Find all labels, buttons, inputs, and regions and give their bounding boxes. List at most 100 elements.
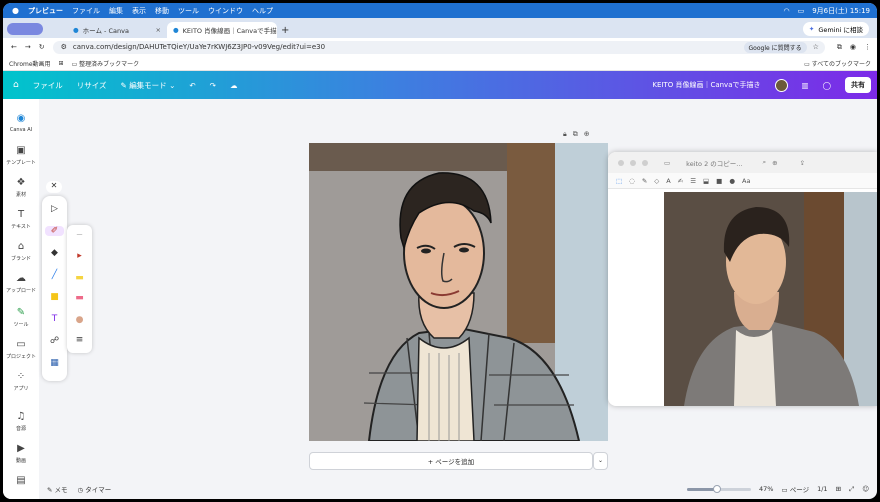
share-button[interactable]: 共有 xyxy=(845,77,871,93)
marker-red-icon[interactable]: ▸ xyxy=(67,251,92,261)
extensions-icon[interactable]: ⧉ xyxy=(837,43,842,52)
connector-icon[interactable]: ☍ xyxy=(42,336,67,346)
redo-icon[interactable]: ↷ xyxy=(210,81,216,90)
add-page-button[interactable]: + ページを追加 xyxy=(309,452,593,470)
page-count[interactable]: 1/1 xyxy=(817,485,827,493)
menu-file[interactable]: ファイル xyxy=(72,6,100,16)
line-tool-icon[interactable]: ╱ xyxy=(42,270,67,280)
tab-keito[interactable]: ● KEITO 肖像線画｜Canvaで手描 × xyxy=(167,22,277,38)
comment-icon[interactable]: ◯ xyxy=(823,81,831,90)
eraser-icon[interactable]: ▬ xyxy=(67,293,92,303)
sidebar-item-templates[interactable]: ▣ テンプレート xyxy=(3,145,39,166)
tab-canva-home[interactable]: ● ホーム - Canva × xyxy=(67,22,167,38)
color-swatch-icon[interactable]: ● xyxy=(67,315,92,325)
pen-tool-icon[interactable]: ✐ xyxy=(45,226,64,236)
zoom-level[interactable]: 47% xyxy=(759,485,773,493)
fullscreen-icon[interactable]: ⤢ xyxy=(849,485,854,494)
address-text[interactable]: canva.com/design/DAHUTeTQieY/UaYe7rKWJ6Z… xyxy=(73,43,325,51)
select-icon[interactable]: ⬚ xyxy=(616,177,622,185)
pen-size-icon[interactable]: — xyxy=(67,231,92,238)
sidebar-item-tools[interactable]: ✎ ツール xyxy=(3,307,39,328)
stroke-weight-icon[interactable]: ≡ xyxy=(67,335,92,345)
add-page-dropdown[interactable]: ⌄ xyxy=(593,452,608,470)
file-menu[interactable]: ファイル xyxy=(33,80,63,91)
menu-preview[interactable]: プレビュー xyxy=(28,6,63,16)
shape-icon[interactable]: ◇ xyxy=(654,177,659,185)
menu-window[interactable]: ウインドウ xyxy=(208,6,243,16)
grid-view-icon[interactable]: ⊞ xyxy=(836,485,841,493)
cloud-save-icon[interactable]: ☁ xyxy=(230,81,238,90)
address-box[interactable]: ⚙ canva.com/design/DAHUTeTQieY/UaYe7rKWJ… xyxy=(52,40,825,54)
text-tool-icon[interactable]: T xyxy=(42,314,67,324)
border-color-icon[interactable]: ■ xyxy=(716,177,722,185)
edit-mode-menu[interactable]: ✎ 編集モード ⌄ xyxy=(121,80,176,91)
new-tab-button[interactable]: + xyxy=(277,22,293,38)
zoom-slider-knob[interactable] xyxy=(713,484,722,493)
sidebar-item-apps[interactable]: ⁘ アプリ xyxy=(3,371,39,392)
sidebar-item-video[interactable]: ▶ 動画 xyxy=(3,443,39,464)
sidebar-item-projects[interactable]: ▭ プロジェクト xyxy=(3,339,39,360)
close-icon[interactable]: × xyxy=(156,26,161,34)
bookmark-folder[interactable]: ▭ 整理済みブックマーク xyxy=(72,59,140,68)
undo-icon[interactable]: ↶ xyxy=(189,81,195,90)
menu-view[interactable]: 表示 xyxy=(132,6,146,16)
fill-color-icon[interactable]: ● xyxy=(729,177,735,185)
sidebar-item-elements[interactable]: ❖ 素材 xyxy=(3,177,39,198)
zoom-slider[interactable] xyxy=(687,484,752,493)
datetime[interactable]: 9月6日(土) 15:19 xyxy=(812,6,870,16)
share-icon[interactable]: ⇪ xyxy=(800,159,805,167)
menu-go[interactable]: 移動 xyxy=(155,6,169,16)
reload-icon[interactable]: ↻ xyxy=(39,43,45,51)
sidebar-item-text[interactable]: T テキスト xyxy=(3,209,39,230)
table-icon[interactable]: ▦ xyxy=(42,358,67,368)
reference-preview-window[interactable]: ▭ keito 2 のコピー... ⌕ ⊕ ⇪ ⬚ ◌ ✎ ◇ A ✍ ☰ ⬓ … xyxy=(608,152,877,406)
sticky-note-icon[interactable]: ■ xyxy=(42,292,67,302)
sidebar-toggle-icon[interactable]: ▭ xyxy=(664,159,670,167)
sketch-icon[interactable]: ✎ xyxy=(642,177,647,185)
avatar[interactable] xyxy=(774,78,788,92)
menu-help[interactable]: ヘルプ xyxy=(252,6,273,16)
select-arrow-icon[interactable]: ▷ xyxy=(42,204,67,214)
notes-button[interactable]: ✎ メモ xyxy=(47,484,68,494)
profile-icon[interactable]: ◉ xyxy=(850,43,856,51)
all-bookmarks[interactable]: ▭ すべてのブックマーク xyxy=(804,59,871,68)
home-icon[interactable]: ⌂ xyxy=(13,80,19,90)
font-icon[interactable]: Aa xyxy=(742,177,750,185)
insights-icon[interactable]: ▥ xyxy=(802,81,809,90)
window-close-dot[interactable] xyxy=(618,159,624,166)
sign-icon[interactable]: ✍ xyxy=(678,177,683,185)
back-icon[interactable]: ← xyxy=(11,43,17,51)
sidebar-item-audio[interactable]: ♫ 音源 xyxy=(3,411,39,432)
window-max-dot[interactable] xyxy=(642,159,648,166)
apps-grid-icon[interactable]: ⊞ xyxy=(59,60,64,67)
site-info-icon[interactable]: ⚙ xyxy=(61,43,67,51)
text-box-icon[interactable]: A xyxy=(666,177,670,185)
more-icon[interactable]: ⋮ xyxy=(864,43,871,51)
google-ask-button[interactable]: Google に質問する xyxy=(743,41,807,53)
doc-title[interactable]: KEITO 肖像線画｜Canvaで手描き xyxy=(652,80,760,90)
sidebar-item-upload[interactable]: ☁ アップロード xyxy=(3,273,39,294)
design-page[interactable] xyxy=(309,143,608,441)
adjust-icon[interactable]: ☰ xyxy=(690,177,696,185)
size-icon[interactable]: ⬓ xyxy=(703,177,709,185)
highlighter-icon[interactable]: ▬ xyxy=(67,273,92,283)
apple-icon[interactable]: ● xyxy=(12,6,19,15)
menu-edit[interactable]: 編集 xyxy=(109,6,123,16)
wifi-icon[interactable]: ◠ xyxy=(783,7,789,15)
add-icon[interactable]: ⊕ xyxy=(584,130,590,139)
shapes-icon[interactable]: ◆ xyxy=(42,248,67,258)
timer-button[interactable]: ◷ タイマー xyxy=(78,484,112,494)
pages-button[interactable]: ▭ ページ xyxy=(781,484,809,494)
bookmark-chrome-video[interactable]: Chrome動画用 xyxy=(9,59,51,68)
lock-icon[interactable]: 🔒︎ xyxy=(563,130,567,139)
lasso-icon[interactable]: ◌ xyxy=(629,177,635,185)
sidebar-item-canva-ai[interactable]: ◉ Canva AI xyxy=(3,113,39,133)
duplicate-icon[interactable]: ⧉ xyxy=(573,130,578,139)
bookmark-star-icon[interactable]: ☆ xyxy=(813,43,819,51)
tab-group-chip[interactable] xyxy=(7,23,43,35)
sidebar-item-more[interactable]: ▤ xyxy=(3,475,39,489)
zoom-in-icon[interactable]: ⊕ xyxy=(772,159,777,167)
menu-tools[interactable]: ツール xyxy=(178,6,199,16)
search-icon[interactable]: ⌕ xyxy=(763,158,767,167)
close-tools-icon[interactable]: ✕ xyxy=(46,181,62,193)
